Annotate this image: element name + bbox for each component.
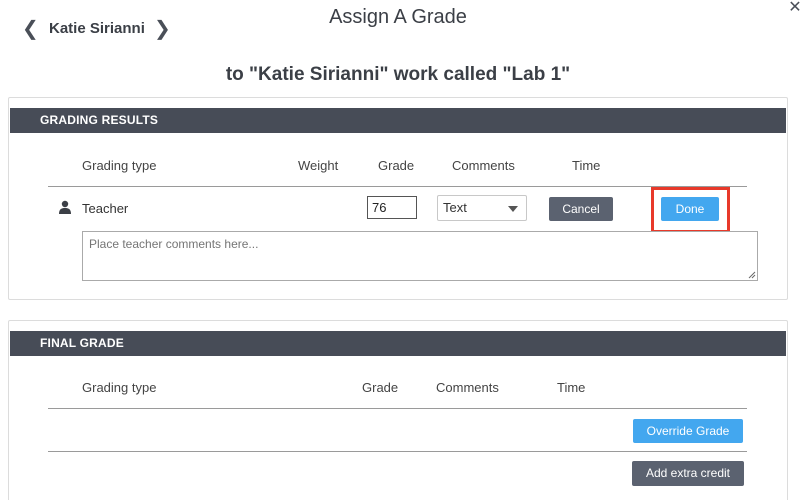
col-weight: Weight bbox=[298, 158, 339, 173]
override-grade-button[interactable]: Override Grade bbox=[633, 419, 743, 443]
final-grade-header: FINAL GRADE bbox=[10, 331, 786, 356]
col-grading-type: Grading type bbox=[82, 158, 157, 173]
col-time: Time bbox=[557, 380, 586, 395]
col-comments: Comments bbox=[452, 158, 515, 173]
work-subtitle: to "Katie Sirianni" work called "Lab 1" bbox=[225, 64, 571, 85]
comment-type-select[interactable]: Text bbox=[437, 195, 527, 221]
grading-type-teacher: Teacher bbox=[82, 201, 129, 216]
col-grade: Grade bbox=[362, 380, 399, 395]
divider bbox=[48, 451, 747, 452]
close-icon[interactable]: ✕ bbox=[787, 0, 803, 16]
grade-input[interactable] bbox=[367, 196, 417, 219]
divider bbox=[48, 186, 747, 187]
chevron-down-icon bbox=[508, 206, 518, 212]
done-button[interactable]: Done bbox=[661, 197, 719, 221]
teacher-comments-input[interactable] bbox=[82, 231, 758, 281]
col-time: Time bbox=[572, 158, 601, 173]
grading-results-header: GRADING RESULTS bbox=[10, 108, 786, 133]
divider bbox=[48, 408, 747, 409]
cancel-button[interactable]: Cancel bbox=[549, 197, 613, 221]
person-icon bbox=[59, 200, 71, 214]
col-grade: Grade bbox=[378, 158, 415, 173]
resize-handle-icon[interactable] bbox=[748, 271, 756, 279]
add-extra-credit-button[interactable]: Add extra credit bbox=[632, 461, 744, 486]
comment-type-value: Text bbox=[443, 200, 467, 215]
col-grading-type: Grading type bbox=[82, 380, 157, 395]
col-comments: Comments bbox=[436, 380, 499, 395]
page-title: Assign A Grade bbox=[329, 6, 467, 28]
